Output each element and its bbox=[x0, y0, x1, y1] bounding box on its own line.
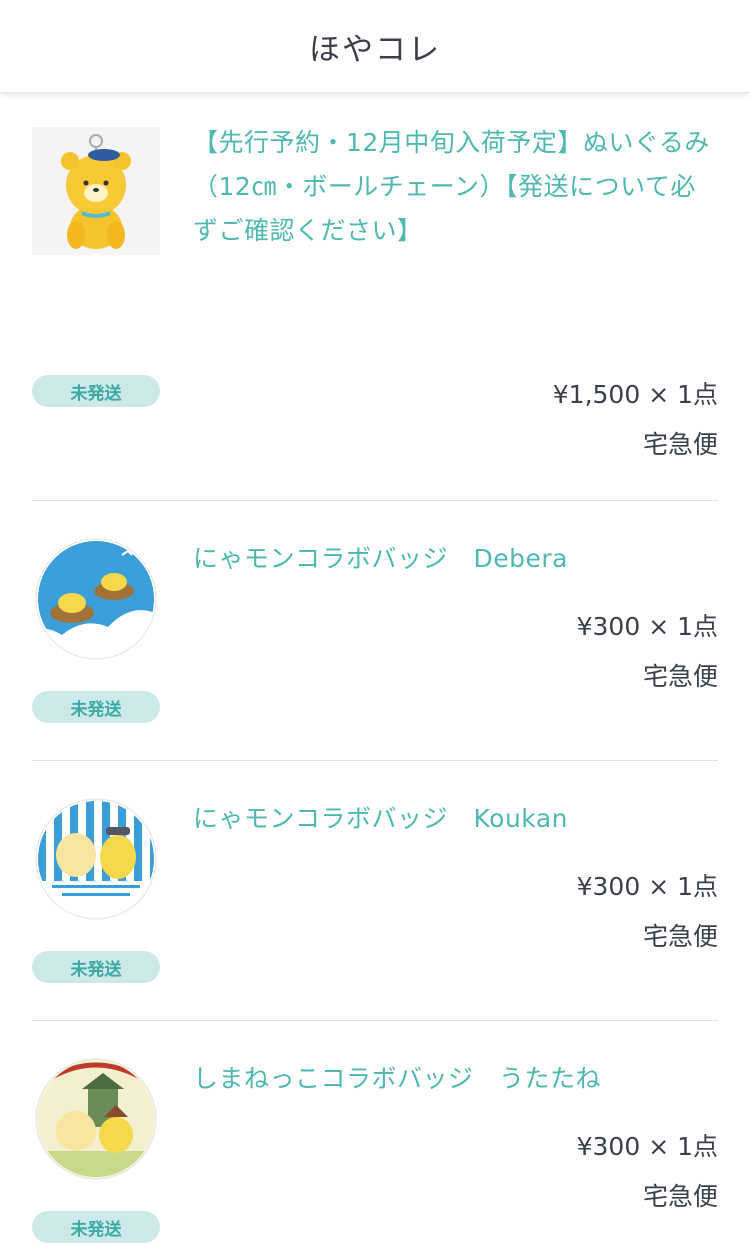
divider bbox=[32, 1020, 718, 1021]
shipping-method: 宅急便 bbox=[642, 662, 718, 691]
shipping-method: 宅急便 bbox=[642, 922, 718, 951]
status-badge: 未発送 bbox=[32, 375, 160, 407]
item-price: ¥300 × 1点 bbox=[576, 612, 718, 641]
list-item[interactable]: 未発送 にゃモンコラボバッジ Debera ¥300 × 1点 宅急便 bbox=[32, 535, 718, 725]
item-price: ¥300 × 1点 bbox=[576, 1132, 718, 1161]
item-name-link[interactable]: しまねっこコラボバッジ うたたね bbox=[193, 1057, 718, 1101]
badge-debera-icon bbox=[32, 535, 160, 663]
page-title: ほやコレ bbox=[309, 31, 441, 68]
badge-koukan-icon bbox=[32, 795, 160, 923]
item-price: ¥300 × 1点 bbox=[576, 872, 718, 901]
list-item[interactable]: 未発送 にゃモンコラボバッジ Koukan ¥300 × 1点 宅急便 bbox=[32, 795, 718, 985]
status-badge: 未発送 bbox=[32, 1211, 160, 1243]
app-header: ほやコレ bbox=[0, 0, 750, 93]
item-name-link[interactable]: にゃモンコラボバッジ Debera bbox=[193, 537, 718, 581]
divider bbox=[32, 760, 718, 761]
status-badge: 未発送 bbox=[32, 691, 160, 723]
item-price: ¥1,500 × 1点 bbox=[552, 380, 718, 409]
list-item[interactable]: 未発送 【先行予約・12月中旬入荷予定】ぬいぐるみ（12㎝・ボールチェーン）【発… bbox=[32, 127, 718, 459]
item-name-link[interactable]: 【先行予約・12月中旬入荷予定】ぬいぐるみ（12㎝・ボールチェーン）【発送につい… bbox=[193, 121, 718, 253]
list-item[interactable]: 未発送 しまねっこコラボバッジ うたたね ¥300 × 1点 宅急便 bbox=[32, 1055, 718, 1245]
yellow-bear-plush-icon bbox=[32, 127, 160, 255]
shipping-method: 宅急便 bbox=[642, 430, 718, 459]
shipping-method: 宅急便 bbox=[642, 1182, 718, 1211]
item-name-link[interactable]: にゃモンコラボバッジ Koukan bbox=[193, 797, 718, 841]
badge-utatane-icon bbox=[32, 1055, 160, 1183]
divider bbox=[32, 500, 718, 501]
status-badge: 未発送 bbox=[32, 951, 160, 983]
